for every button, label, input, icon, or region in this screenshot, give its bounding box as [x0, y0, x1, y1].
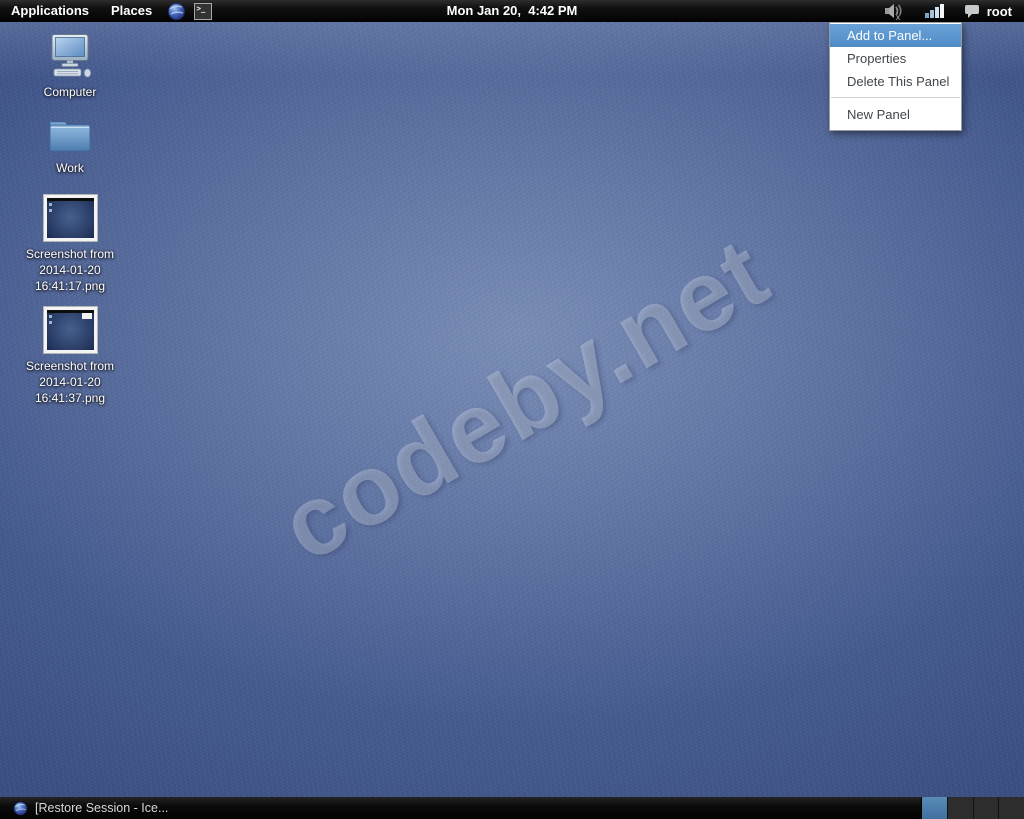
desktop-icon-label: Screenshot from 2014-01-20 16:41:17.png	[25, 247, 115, 294]
workspace-1[interactable]	[922, 797, 948, 819]
applications-menu[interactable]: Applications	[0, 0, 100, 22]
desktop-screen: Applications Places >_ Mon Jan 20, 4:42 …	[0, 0, 1024, 819]
user-applet[interactable]: root	[954, 0, 1016, 22]
volume-applet[interactable]: x	[874, 0, 916, 22]
browser-globe-icon	[13, 801, 28, 815]
desktop-icon-screenshot-1[interactable]: Screenshot from 2014-01-20 16:41:17.png	[12, 194, 128, 295]
workspace-2[interactable]	[947, 797, 974, 819]
image-thumbnail-icon	[42, 306, 98, 354]
desktop-background: codeby.net Computer Work Screenshot from…	[0, 22, 1024, 797]
user-name-label: root	[986, 3, 1012, 19]
computer-icon	[51, 34, 92, 78]
desktop-icon-computer[interactable]: Computer	[12, 34, 128, 100]
panel-context-menu: Add to Panel... Properties Delete This P…	[829, 22, 962, 131]
network-signal-icon	[924, 4, 944, 18]
menu-item-properties[interactable]: Properties	[830, 47, 961, 70]
menu-separator	[831, 97, 960, 98]
svg-text:>_: >_	[197, 4, 207, 13]
taskbar-window-button[interactable]: [Restore Session - Ice...	[0, 797, 180, 819]
clock-applet[interactable]: Mon Jan 20, 4:42 PM	[447, 0, 578, 22]
chat-bubble-icon	[964, 4, 979, 18]
image-thumbnail-icon	[42, 194, 98, 242]
desktop-icon-screenshot-2[interactable]: Screenshot from 2014-01-20 16:41:37.png	[12, 306, 128, 407]
top-panel: Applications Places >_ Mon Jan 20, 4:42 …	[0, 0, 1024, 22]
watermark-text: codeby.net	[262, 215, 787, 584]
svg-text:x: x	[895, 12, 900, 21]
workspace-3[interactable]	[973, 797, 1000, 819]
workspace-4[interactable]	[999, 797, 1024, 819]
menu-item-add-to-panel[interactable]: Add to Panel...	[830, 24, 961, 47]
terminal-icon: >_	[194, 2, 213, 20]
terminal-launcher[interactable]: >_	[190, 0, 216, 22]
desktop-icon-work[interactable]: Work	[12, 114, 128, 176]
menu-item-new-panel[interactable]: New Panel	[830, 103, 961, 126]
browser-globe-icon	[168, 2, 186, 20]
taskbar-window-title: [Restore Session - Ice...	[35, 801, 169, 815]
folder-icon	[49, 121, 91, 152]
places-menu[interactable]: Places	[100, 0, 163, 22]
desktop-icon-label: Screenshot from 2014-01-20 16:41:37.png	[25, 359, 115, 406]
top-panel-status-area: x root	[874, 0, 1024, 22]
workspace-switcher	[921, 797, 1024, 819]
desktop-icon-label: Work	[56, 161, 84, 175]
network-applet[interactable]	[916, 0, 954, 22]
desktop-icon-label: Computer	[43, 85, 97, 99]
volume-muted-icon: x	[884, 4, 902, 21]
browser-launcher[interactable]	[163, 0, 190, 22]
bottom-panel: [Restore Session - Ice...	[0, 797, 1024, 819]
menu-item-delete-this-panel[interactable]: Delete This Panel	[830, 70, 961, 93]
